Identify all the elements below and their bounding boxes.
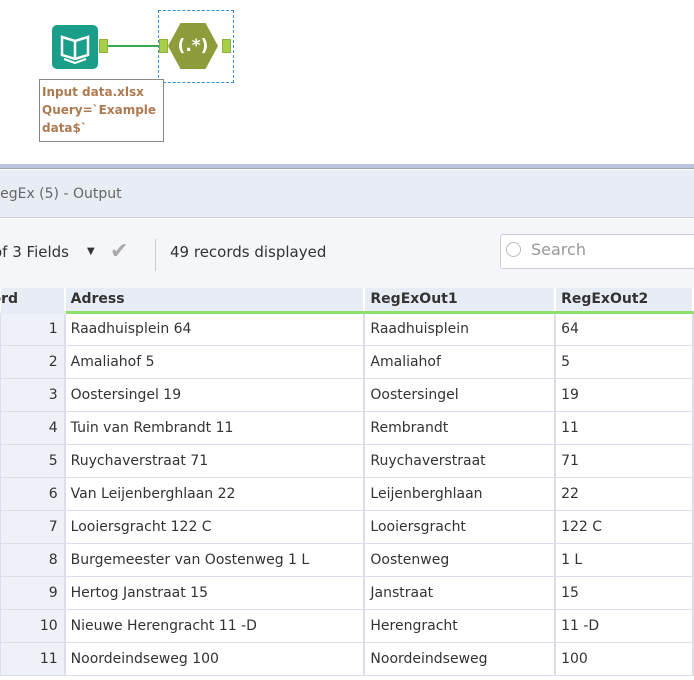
record-number[interactable]: 3 <box>0 377 66 412</box>
column-header[interactable]: RegExOut1 <box>364 288 557 314</box>
table-cell[interactable]: Rembrandt <box>363 410 557 445</box>
table-row[interactable]: 8 Burgemeester van Oostenweg 1 L Oostenweg… <box>0 542 694 577</box>
results-title-bar: RegEx (5) - Output <box>0 170 694 218</box>
table-cell[interactable]: 1 L <box>554 542 694 577</box>
record-number[interactable]: 6 <box>0 476 66 511</box>
input-anchor[interactable] <box>159 39 168 53</box>
table-cell[interactable]: Janstraat <box>363 575 557 610</box>
table-cell[interactable]: Oostersingel <box>363 377 557 412</box>
record-number[interactable]: 4 <box>0 410 66 445</box>
panel-splitter[interactable] <box>0 164 694 169</box>
table-cell[interactable]: Amaliahof <box>363 344 557 379</box>
table-cell[interactable]: Noordeindseweg 100 <box>64 641 366 676</box>
table-row[interactable]: 3 Oostersingel 19 Oostersingel 19 <box>0 377 694 412</box>
table-cell[interactable]: 11 -D <box>554 608 694 643</box>
table-cell[interactable]: 19 <box>554 377 694 412</box>
results-table: ordAdressRegExOut1RegExOut2 1Raadhuisple… <box>0 288 694 676</box>
input-data-tool[interactable] <box>52 25 98 69</box>
record-number[interactable]: 8 <box>0 542 66 577</box>
table-cell[interactable]: 5 <box>554 344 694 379</box>
table-cell[interactable]: 22 <box>554 476 694 511</box>
panel-title: RegEx (5) - Output <box>0 186 122 202</box>
record-number[interactable]: 5 <box>0 443 66 478</box>
table-cell[interactable]: 11 <box>554 410 694 445</box>
search-box[interactable] <box>500 234 694 269</box>
table-cell[interactable]: 64 <box>554 311 694 346</box>
table-row[interactable]: 7 Looiersgracht 122 C Looiersgracht 122 C <box>0 509 694 544</box>
column-header[interactable]: RegExOut2 <box>555 288 694 314</box>
table-row[interactable]: 1 Raadhuisplein 64 Raadhuisplein 64 <box>0 311 694 346</box>
table-row[interactable]: 2 Amaliahof 5 Amaliahof 5 <box>0 344 694 379</box>
table-cell[interactable]: Looiersgracht 122 C <box>64 509 366 544</box>
fields-selector[interactable]: of 3 Fields <box>0 243 69 261</box>
regex-output-anchor[interactable] <box>222 39 231 53</box>
table-cell[interactable]: Raadhuisplein <box>363 311 557 346</box>
table-cell[interactable]: Oostersingel 19 <box>64 377 366 412</box>
tool-annotation: Input data.xlsx Query=`Example data$` <box>39 79 164 142</box>
table-cell[interactable]: 71 <box>554 443 694 478</box>
records-count: 49 records displayed <box>170 243 327 261</box>
table-cell[interactable]: Van Leijenberghlaan 22 <box>64 476 366 511</box>
record-number[interactable]: 1 <box>0 311 66 346</box>
checkmark-icon[interactable]: ✔ <box>110 239 128 264</box>
table-cell[interactable]: 122 C <box>554 509 694 544</box>
table-cell[interactable]: Oostenweg <box>363 542 557 577</box>
record-number[interactable]: 7 <box>0 509 66 544</box>
table-cell[interactable]: 15 <box>554 575 694 610</box>
table-cell[interactable]: Looiersgracht <box>363 509 557 544</box>
toolbar-divider <box>155 239 156 271</box>
search-input[interactable] <box>531 240 691 259</box>
table-row[interactable]: 9 Hertog Janstraat 15 Janstraat 15 <box>0 575 694 610</box>
workflow-canvas[interactable]: (.*) Input data.xlsx Query=`Example data… <box>0 0 694 165</box>
table-cell[interactable]: Hertog Janstraat 15 <box>64 575 366 610</box>
table-cell[interactable]: Burgemeester van Oostenweg 1 L <box>64 542 366 577</box>
column-header[interactable]: ord <box>0 288 66 314</box>
table-row[interactable]: 5 Ruychaverstraat 71 Ruychaverstraat 71 <box>0 443 694 478</box>
book-icon <box>60 35 90 65</box>
table-cell[interactable]: 100 <box>554 641 694 676</box>
table-row[interactable]: 4 Tuin van Rembrandt 11 Rembrandt 11 <box>0 410 694 445</box>
table-row[interactable]: 10 Nieuwe Herengracht 11 -D Herengracht 11 … <box>0 608 694 643</box>
record-number[interactable]: 11 <box>0 641 66 676</box>
table-cell[interactable]: Raadhuisplein 64 <box>64 311 366 346</box>
table-cell[interactable]: Ruychaverstraat <box>363 443 557 478</box>
column-header[interactable]: Adress <box>64 288 366 314</box>
connection-line <box>108 45 160 47</box>
table-row[interactable]: 11 Noordeindseweg 100 Noordeindseweg 100 <box>0 641 694 676</box>
record-number[interactable]: 9 <box>0 575 66 610</box>
table-cell[interactable]: Noordeindseweg <box>363 641 557 676</box>
table-cell[interactable]: Amaliahof 5 <box>64 344 366 379</box>
table-cell[interactable]: Ruychaverstraat 71 <box>64 443 366 478</box>
record-number[interactable]: 2 <box>0 344 66 379</box>
table-cell[interactable]: Tuin van Rembrandt 11 <box>64 410 366 445</box>
output-anchor[interactable] <box>99 39 108 53</box>
results-toolbar: of 3 Fields ▼ ✔ 49 records displayed <box>0 219 694 288</box>
table-row[interactable]: 6 Van Leijenberghlaan 22 Leijenberghlaan 22 <box>0 476 694 511</box>
search-icon <box>506 242 521 257</box>
table-cell[interactable]: Nieuwe Herengracht 11 -D <box>64 608 366 643</box>
table-cell[interactable]: Leijenberghlaan <box>363 476 557 511</box>
table-cell[interactable]: Herengracht <box>363 608 557 643</box>
record-number[interactable]: 10 <box>0 608 66 643</box>
chevron-down-icon[interactable]: ▼ <box>87 246 95 257</box>
